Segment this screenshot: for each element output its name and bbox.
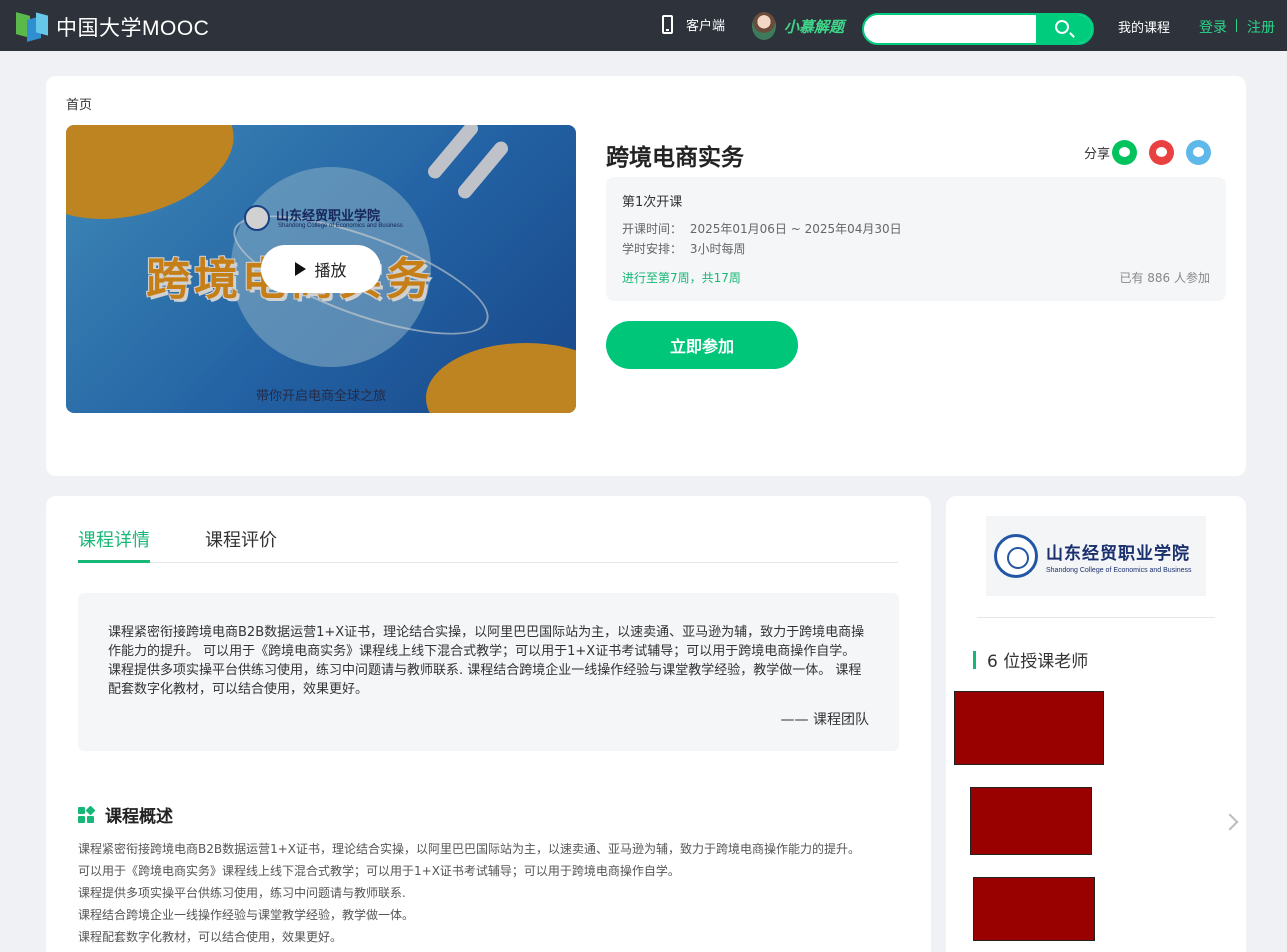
play-button[interactable]: 播放	[261, 245, 381, 293]
teacher-photo-redacted[interactable]	[970, 787, 1092, 855]
login-link[interactable]: 登录	[1199, 17, 1227, 37]
course-quote: 课程紧密衔接跨境电商B2B数据运营1+X证书，理论结合实操，以阿里巴巴国际站为主…	[78, 593, 899, 751]
overview-line: 课程配套数字化教材，可以结合使用，效果更好。	[78, 930, 343, 944]
qq-share-icon[interactable]	[1186, 140, 1212, 165]
helper-avatar-icon	[752, 12, 776, 40]
school-name-cn: 山东经贸职业学院	[1046, 543, 1190, 564]
heading-accent-bar	[973, 650, 976, 669]
teacher-count-label: 6 位授课老师	[987, 652, 1089, 672]
tab-course-details[interactable]: 课程详情	[78, 526, 150, 563]
detail-tabs: 课程详情 课程评价	[78, 526, 898, 563]
overview-title: 课程概述	[105, 807, 173, 827]
search-icon	[1055, 20, 1069, 34]
logo-text: 中国大学MOOC	[56, 17, 210, 40]
overview-line: 课程提供多项实操平台供练习使用，练习中问题请与教师联系.	[78, 886, 406, 900]
overview-line: 可以用于《跨境电商实务》课程线上线下混合式教学；可以用于1+X证书考试辅导；可以…	[78, 864, 680, 878]
overview-line: 课程紧密衔接跨境电商B2B数据运营1+X证书，理论结合实操，以阿里巴巴国际站为主…	[78, 842, 861, 856]
search-input[interactable]	[878, 15, 1050, 43]
teacher-photo-redacted[interactable]	[973, 877, 1095, 941]
course-detail-card: 课程详情 课程评价 课程紧密衔接跨境电商B2B数据运营1+X证书，理论结合实操，…	[46, 496, 931, 952]
course-title: 跨境电商实务	[606, 145, 744, 171]
chevron-right-icon[interactable]	[1221, 813, 1239, 831]
teacher-photo-redacted[interactable]	[954, 691, 1104, 765]
quote-author: —— 课程团队	[780, 712, 869, 728]
teacher-heading: 6 位授课老师	[973, 647, 1088, 672]
play-icon	[295, 262, 307, 276]
course-hours-label: 学时安排：	[622, 242, 683, 256]
quote-text: 课程紧密衔接跨境电商B2B数据运营1+X证书，理论结合实操，以阿里巴巴国际站为主…	[108, 625, 865, 697]
breadcrumb[interactable]: 首页	[66, 94, 92, 113]
play-label: 播放	[314, 261, 347, 280]
my-courses-link[interactable]: 我的课程	[1118, 17, 1170, 36]
course-header-card: 首页 山东经贸职业学院 Shandong College of Economic…	[46, 76, 1246, 476]
course-time-label: 开课时间：	[622, 222, 683, 236]
school-side-card: 山东经贸职业学院 Shandong College of Economics a…	[946, 496, 1246, 952]
overview-line: 课程结合跨境企业一线操作经验与课堂教学经验，教学做一体。	[78, 908, 415, 922]
top-nav: 中国大学MOOC 客户端 小慕解题 我的课程 登录 注册	[0, 0, 1287, 51]
school-logo[interactable]: 山东经贸职业学院 Shandong College of Economics a…	[986, 516, 1206, 596]
course-progress: 进行至第7周，共17周	[622, 271, 741, 285]
course-hours-row: 学时安排： 3小时每周	[622, 240, 745, 257]
client-download-link[interactable]: 客户端	[662, 15, 725, 34]
helper-label: 小慕解题	[784, 17, 845, 36]
phone-icon	[662, 15, 673, 34]
term-info-box: 第1次开课 开课时间： 2025年01月06日 ~ 2025年04月30日 学时…	[606, 177, 1226, 301]
join-course-button[interactable]: 立即参加	[606, 321, 798, 369]
tab-course-reviews[interactable]: 课程评价	[205, 526, 277, 563]
client-label: 客户端	[686, 19, 726, 34]
wechat-share-icon[interactable]	[1112, 140, 1138, 165]
side-divider	[977, 617, 1215, 618]
overview-heading: 课程概述	[78, 802, 173, 827]
overview-icon	[78, 805, 96, 823]
course-time-value: 2025年01月06日 ~ 2025年04月30日	[689, 222, 902, 236]
enroll-count: 已有 886 人参加	[1119, 271, 1210, 285]
share-group: 分享	[1084, 140, 1212, 165]
register-link[interactable]: 注册	[1247, 17, 1275, 37]
search-box	[862, 13, 1094, 45]
course-cover-video[interactable]: 山东经贸职业学院 Shandong College of Economics a…	[66, 125, 576, 413]
mooc-logo-icon	[16, 12, 50, 42]
share-label: 分享	[1084, 147, 1111, 162]
course-time-row: 开课时间： 2025年01月06日 ~ 2025年04月30日	[622, 220, 902, 237]
weibo-share-icon[interactable]	[1149, 140, 1175, 165]
search-button[interactable]	[1036, 15, 1092, 43]
helper-link[interactable]: 小慕解题	[752, 12, 844, 40]
term-label: 第1次开课	[622, 195, 683, 210]
course-hours-value: 3小时每周	[689, 242, 746, 256]
school-name-en: Shandong College of Economics and Busine…	[1046, 566, 1192, 574]
school-logo-text: 山东经贸职业学院 Shandong College of Economics a…	[1046, 539, 1192, 574]
nav-separator	[1236, 19, 1237, 32]
site-logo[interactable]: 中国大学MOOC	[16, 12, 209, 42]
school-emblem-icon	[994, 534, 1038, 578]
overview-list: 课程紧密衔接跨境电商B2B数据运营1+X证书，理论结合实操，以阿里巴巴国际站为主…	[78, 838, 860, 948]
